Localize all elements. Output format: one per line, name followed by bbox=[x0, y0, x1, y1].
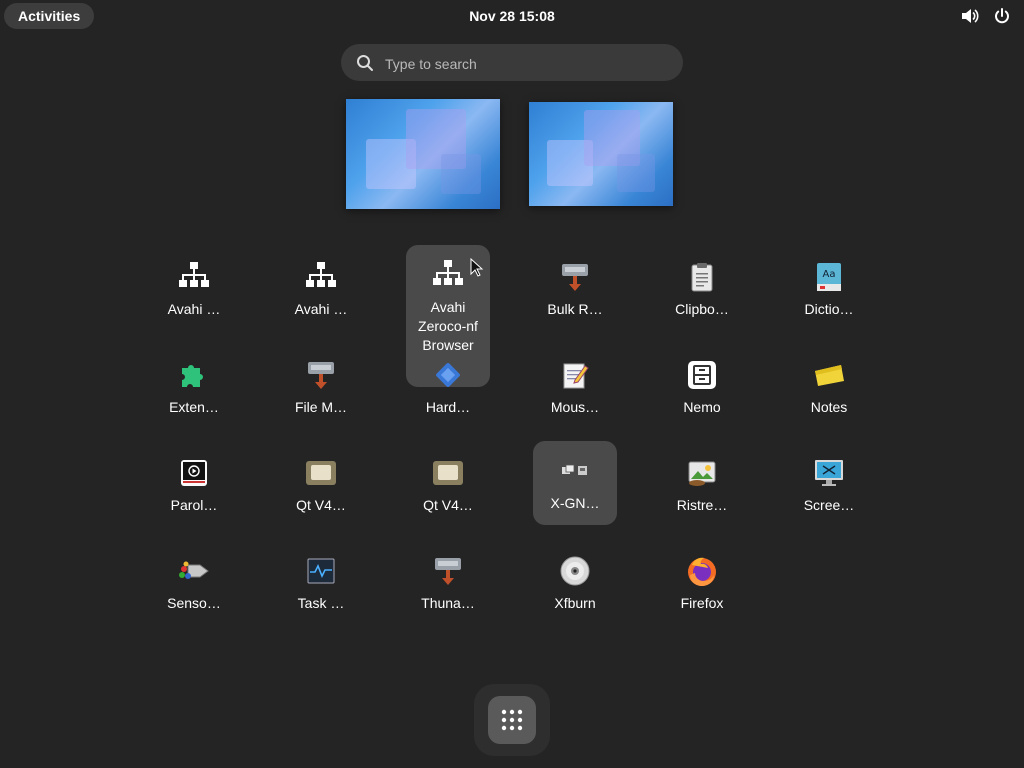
app-label: Nemo bbox=[683, 399, 721, 415]
app-label: Thuna… bbox=[421, 595, 475, 611]
app-icon-dictionary[interactable]: Aa Dictio… bbox=[787, 247, 871, 331]
workspace-thumbnail-2[interactable] bbox=[529, 102, 673, 206]
app-icon-clipboard[interactable]: Clipbo… bbox=[660, 247, 744, 331]
app-label: Avahi … bbox=[167, 301, 221, 317]
app-label: Hard… bbox=[425, 399, 471, 415]
svg-text:Aa: Aa bbox=[823, 269, 836, 280]
search-icon bbox=[357, 55, 373, 71]
app-label: Avahi … bbox=[294, 301, 348, 317]
app-icon-task-manager[interactable]: Task … bbox=[279, 541, 363, 625]
app-label: Clipbo… bbox=[675, 301, 729, 317]
search-input[interactable] bbox=[383, 44, 667, 83]
network-icon bbox=[304, 260, 338, 294]
app-label: Dictio… bbox=[804, 301, 854, 317]
app-icon-sensors[interactable]: Senso… bbox=[152, 541, 236, 625]
app-label: X-GN… bbox=[550, 495, 600, 511]
app-icon-screenshot[interactable]: Scree… bbox=[787, 443, 871, 527]
system-tray[interactable] bbox=[960, 6, 1012, 26]
app-label: Qt V4… bbox=[296, 497, 346, 513]
app-icon-xfburn[interactable]: Xfburn bbox=[533, 541, 617, 625]
hdd-icon bbox=[558, 260, 592, 294]
qt-icon bbox=[304, 456, 338, 490]
app-icon-notes[interactable]: Notes bbox=[787, 345, 871, 429]
dock bbox=[474, 684, 550, 756]
app-label: Senso… bbox=[167, 595, 221, 611]
clipboard-icon bbox=[685, 260, 719, 294]
app-label: Ristre… bbox=[676, 497, 728, 513]
hdd-icon bbox=[304, 358, 338, 392]
clock-area: Nov 28 15:08 bbox=[0, 0, 1024, 32]
network-icon bbox=[431, 258, 465, 292]
app-label: Parol… bbox=[170, 497, 218, 513]
app-label: Xfburn bbox=[554, 595, 596, 611]
volume-icon[interactable] bbox=[960, 6, 980, 26]
media-player-icon bbox=[177, 456, 211, 490]
clock[interactable]: Nov 28 15:08 bbox=[469, 8, 555, 24]
mouse-cursor-icon bbox=[470, 258, 484, 277]
app-icon-parole[interactable]: Parol… bbox=[152, 443, 236, 527]
disc-icon bbox=[558, 554, 592, 588]
app-icon-avahi-1[interactable]: Avahi … bbox=[152, 247, 236, 331]
app-icon-avahi-2[interactable]: Avahi … bbox=[279, 247, 363, 331]
app-label: Scree… bbox=[803, 497, 855, 513]
show-apps-button[interactable] bbox=[488, 696, 536, 744]
app-icon-extensions[interactable]: Exten… bbox=[152, 345, 236, 429]
search-bar[interactable] bbox=[341, 44, 683, 83]
notepad-icon bbox=[558, 358, 592, 392]
puzzle-icon bbox=[177, 358, 211, 392]
app-icon-bulk-rename[interactable]: Bulk R… bbox=[533, 247, 617, 331]
app-grid-icon bbox=[501, 709, 523, 731]
app-icon-file-manager[interactable]: File M… bbox=[279, 345, 363, 429]
app-label: File M… bbox=[294, 399, 348, 415]
dictionary-icon: Aa bbox=[812, 260, 846, 294]
app-label: Mous… bbox=[550, 399, 600, 415]
app-label: Exten… bbox=[169, 399, 219, 415]
workspace-thumbnail-1[interactable] bbox=[346, 99, 500, 209]
wallpaper-shape bbox=[617, 154, 655, 192]
xgnome-icon bbox=[558, 454, 592, 488]
app-label: Notes bbox=[810, 399, 848, 415]
app-icon-mousepad[interactable]: Mous… bbox=[533, 345, 617, 429]
network-icon bbox=[177, 260, 211, 294]
app-icon-qt-v4l2-2[interactable]: Qt V4… bbox=[406, 443, 490, 527]
hdd-icon bbox=[431, 554, 465, 588]
top-bar: Activities Nov 28 15:08 bbox=[0, 0, 1024, 32]
app-icon-thunar[interactable]: Thuna… bbox=[406, 541, 490, 625]
app-label: Bulk R… bbox=[547, 301, 603, 317]
app-icon-ristretto[interactable]: Ristre… bbox=[660, 443, 744, 527]
sensors-icon bbox=[177, 554, 211, 588]
chip-icon bbox=[431, 358, 465, 392]
image-viewer-icon bbox=[685, 456, 719, 490]
sticky-note-icon bbox=[812, 358, 846, 392]
app-label: Task … bbox=[297, 595, 345, 611]
app-icon-nemo[interactable]: Nemo bbox=[660, 345, 744, 429]
wallpaper-shape bbox=[441, 154, 481, 194]
firefox-icon bbox=[685, 554, 719, 588]
qt-icon bbox=[431, 456, 465, 490]
app-icon-hardware[interactable]: Hard… bbox=[406, 345, 490, 429]
power-icon[interactable] bbox=[992, 6, 1012, 26]
app-icon-qt-v4l2-1[interactable]: Qt V4… bbox=[279, 443, 363, 527]
task-manager-icon bbox=[304, 554, 338, 588]
cabinet-icon bbox=[685, 358, 719, 392]
screenshot-icon bbox=[812, 456, 846, 490]
app-label: Qt V4… bbox=[423, 497, 473, 513]
activities-button[interactable]: Activities bbox=[4, 3, 95, 29]
app-label: Firefox bbox=[680, 595, 724, 611]
app-icon-x-gnome[interactable]: X-GN… bbox=[533, 441, 617, 525]
app-icon-firefox[interactable]: Firefox bbox=[660, 541, 744, 625]
